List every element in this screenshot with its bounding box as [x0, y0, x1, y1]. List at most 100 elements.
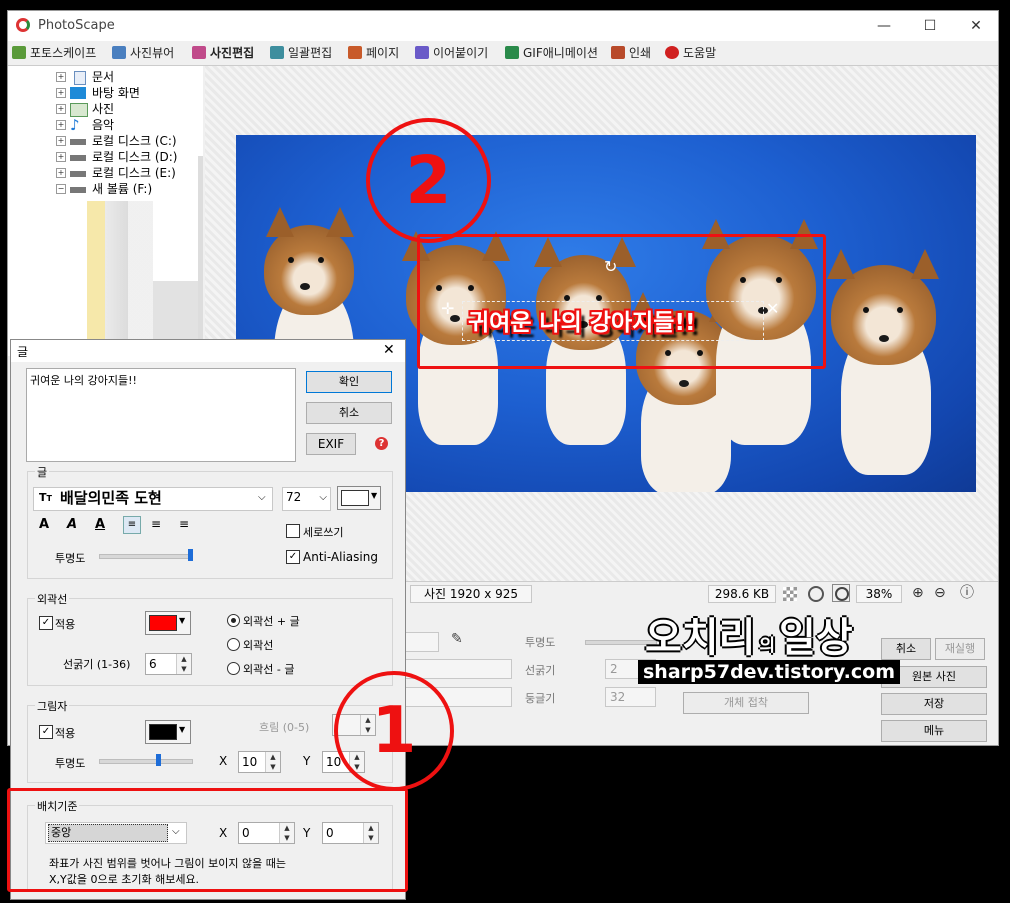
tab-viewer[interactable]: 사진뷰어	[110, 44, 174, 62]
tab-combine[interactable]: 이어붙이기	[413, 44, 488, 62]
shadow-opacity-label: 투명도	[55, 757, 86, 770]
blur-label: 흐림 (0-5)	[259, 721, 310, 734]
expand-icon[interactable]: +	[56, 88, 66, 98]
dropdown-arrow-icon: ⌵	[258, 492, 266, 503]
outline-only-radio[interactable]	[227, 638, 240, 651]
underline-icon[interactable]: A	[95, 517, 105, 532]
title-bar: PhotoScape — ☐ ✕	[8, 11, 998, 41]
tree-label: 로컬 디스크 (C:)	[92, 134, 177, 148]
tree-label: 새 볼륨 (F:)	[92, 182, 153, 196]
text-input-area[interactable]: 귀여운 나의 강아지들!!	[26, 368, 296, 462]
tab-print[interactable]: 인쇄	[609, 44, 651, 62]
shadow-opacity-slider[interactable]	[99, 759, 193, 764]
outline-width-label: 선굵기 (1-36)	[63, 658, 131, 671]
help-tab-icon	[665, 46, 679, 59]
font-select[interactable]: TT 배달의민족 도현 ⌵	[33, 487, 273, 511]
bold-icon[interactable]: A	[39, 517, 49, 532]
close-button[interactable]: ✕	[958, 15, 994, 37]
eyedropper-icon[interactable]: ✎	[451, 631, 463, 647]
shadow-apply-label: 적용	[55, 727, 76, 740]
italic-icon[interactable]: A	[67, 517, 77, 532]
tab-label: 이어붙이기	[433, 46, 489, 60]
actual-size-icon[interactable]	[832, 584, 850, 602]
collapse-icon[interactable]: −	[56, 184, 66, 194]
tab-label: 일괄편집	[288, 46, 333, 60]
menu-button[interactable]: 메뉴	[881, 720, 987, 742]
annotation-box-1	[7, 788, 408, 892]
shadow-opacity-thumb[interactable]	[156, 754, 161, 766]
shadow-apply-checkbox[interactable]: ✓	[39, 725, 53, 739]
maximize-button[interactable]: ☐	[912, 15, 948, 37]
dialog-title: 글	[17, 345, 29, 359]
watermark-particle: 의	[759, 636, 776, 656]
tab-help[interactable]: 도움말	[663, 44, 716, 62]
shadow-x-spinner[interactable]: 10 ▲ ▼	[238, 751, 281, 773]
exif-button[interactable]: EXIF	[306, 433, 356, 455]
dialog-title-bar: 글 ✕	[11, 340, 405, 362]
tab-batch[interactable]: 일괄편집	[268, 44, 332, 62]
blurred-thumbnail-3	[198, 156, 203, 346]
align-right-icon[interactable]: ≡	[179, 517, 189, 531]
tab-label: 인쇄	[629, 46, 652, 60]
tab-editor[interactable]: 사진편집	[190, 44, 254, 62]
antialias-label: Anti-Aliasing	[303, 550, 378, 564]
zoom-level: 38%	[856, 585, 902, 603]
save-button[interactable]: 저장	[881, 693, 987, 715]
drive-icon	[70, 139, 86, 145]
tab-gif[interactable]: GIF애니메이션	[503, 44, 598, 62]
align-left-icon[interactable]: ≡	[123, 516, 141, 534]
expand-icon[interactable]: +	[56, 120, 66, 130]
expand-icon[interactable]: +	[56, 104, 66, 114]
zoom-in-icon[interactable]: ⊕	[912, 585, 924, 601]
tab-photoscape[interactable]: 포토스케이프	[10, 44, 96, 62]
cancel-button[interactable]: 취소	[306, 402, 392, 424]
ok-button[interactable]: 확인	[306, 371, 392, 393]
outline-width-spinner[interactable]: 6 ▲ ▼	[145, 653, 192, 675]
spinner-arrows-icon[interactable]: ▲ ▼	[265, 752, 280, 772]
annotation-box-2	[417, 234, 826, 369]
font-opacity-slider[interactable]	[99, 554, 193, 559]
vertical-text-checkbox[interactable]	[286, 524, 300, 538]
expand-icon[interactable]: +	[56, 72, 66, 82]
minimize-button[interactable]: —	[866, 15, 902, 37]
expand-icon[interactable]: +	[56, 152, 66, 162]
redo-button[interactable]: 재실행	[935, 638, 985, 660]
font-icon: TT	[39, 491, 52, 504]
help-icon[interactable]: ?	[375, 437, 388, 450]
window-title: PhotoScape	[38, 18, 115, 33]
attach-object-button[interactable]: 개체 접착	[683, 692, 809, 714]
folder-tree: + 문서 + 바탕 화면 + 사진 + ♪ 음악 + 로컬 디스크 (C:) + 로컬 디스크…	[8, 66, 203, 356]
dialog-close-button[interactable]: ✕	[383, 342, 395, 358]
tab-page[interactable]: 페이지	[346, 44, 399, 62]
undo-button[interactable]: 취소	[881, 638, 931, 660]
font-opacity-thumb[interactable]	[188, 549, 193, 561]
expand-icon[interactable]: +	[56, 168, 66, 178]
music-icon: ♪	[70, 116, 80, 134]
text-color-picker[interactable]: ▼	[337, 486, 381, 510]
expand-icon[interactable]: +	[56, 136, 66, 146]
outline-plus-text-radio[interactable]	[227, 614, 240, 627]
antialias-checkbox[interactable]: ✓	[286, 550, 300, 564]
fit-icon[interactable]	[808, 586, 824, 602]
shadow-color-swatch	[149, 724, 177, 740]
annotation-circle-2: 2	[366, 118, 491, 243]
tree-label: 로컬 디스크 (D:)	[92, 150, 178, 164]
checker-icon[interactable]	[783, 587, 797, 601]
roundness-field[interactable]: 32	[605, 687, 656, 707]
font-size-select[interactable]: 72 ⌵	[282, 487, 331, 511]
outline-apply-checkbox[interactable]: ✓	[39, 616, 53, 630]
info-icon[interactable]: ⓘ	[960, 585, 974, 601]
tree-label: 음악	[92, 118, 115, 132]
shadow-color-picker[interactable]: ▼	[145, 720, 191, 744]
tab-label: 페이지	[366, 46, 400, 60]
zoom-out-icon[interactable]: ⊖	[934, 585, 946, 601]
outline-minus-text-radio[interactable]	[227, 662, 240, 675]
align-center-icon[interactable]: ≡	[151, 517, 161, 531]
color-select[interactable]	[405, 632, 439, 652]
outline-color-picker[interactable]: ▼	[145, 611, 191, 635]
tree-label: 로컬 디스크 (E:)	[92, 166, 176, 180]
tree-label: 문서	[92, 70, 115, 84]
style-select[interactable]	[405, 659, 512, 679]
spinner-arrows-icon[interactable]: ▲ ▼	[176, 654, 191, 674]
pictures-icon	[70, 103, 88, 117]
